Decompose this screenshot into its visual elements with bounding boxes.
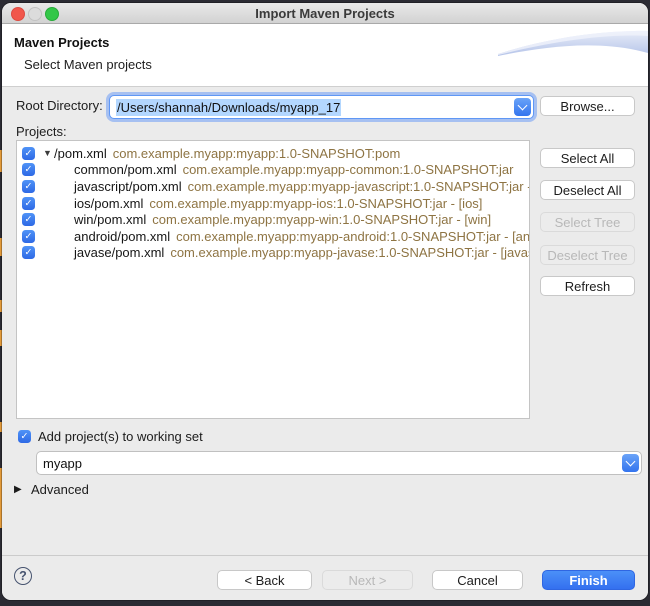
checkbox-checked[interactable]: ✓ [18,430,31,443]
checkbox-checked[interactable]: ✓ [22,146,35,160]
refresh-button[interactable]: Refresh [540,276,635,296]
project-artifact: com.example.myapp:myapp-ios:1.0-SNAPSHOT… [149,195,483,211]
deselect-all-button[interactable]: Deselect All [540,180,635,200]
table-row[interactable]: ✓ common/pom.xml com.example.myapp:myapp… [17,162,529,179]
select-tree-button: Select Tree [540,212,635,232]
wizard-banner: Maven Projects Select Maven projects [2,24,648,87]
projects-label: Projects: [16,124,67,139]
table-row[interactable]: ✓ ios/pom.xml com.example.myapp:myapp-io… [17,195,529,212]
next-button: Next > [322,570,413,590]
working-set-value: myapp [43,455,83,471]
table-row[interactable]: ✓ android/pom.xml com.example.myapp:myap… [17,228,529,245]
window-title: Import Maven Projects [255,6,395,21]
deselect-tree-button: Deselect Tree [540,245,635,265]
combo-dropdown-icon[interactable] [514,98,531,116]
project-path: ios/pom.xml [74,195,144,211]
zoom-window-button[interactable] [45,7,59,21]
tree-collapse-icon[interactable]: ▼ [43,148,54,158]
back-button[interactable]: < Back [217,570,312,590]
working-set-checkbox-row[interactable]: ✓ Add project(s) to working set [18,429,203,444]
table-row[interactable]: ✓ javascript/pom.xml com.example.myapp:m… [17,178,529,195]
table-row[interactable]: ✓ javase/pom.xml com.example.myapp:myapp… [17,245,529,262]
import-maven-projects-dialog: Import Maven Projects Maven Projects Sel… [2,3,648,600]
browse-button[interactable]: Browse... [540,96,635,116]
root-directory-combo[interactable]: /Users/shannah/Downloads/myapp_17 [109,95,534,119]
dialog-footer: ? < Back Next > Cancel Finish [2,555,648,600]
banner-swoosh-graphic [498,30,648,56]
project-path: javascript/pom.xml [74,178,182,194]
project-artifact: com.example.myapp:myapp-android:1.0-SNAP… [176,228,529,244]
project-path: win/pom.xml [74,212,147,228]
root-directory-label: Root Directory: [16,98,103,113]
working-set-label: Add project(s) to working set [38,429,203,444]
project-path: javase/pom.xml [74,245,165,261]
project-path: /pom.xml [54,145,107,161]
table-row[interactable]: ✓ win/pom.xml com.example.myapp:myapp-wi… [17,211,529,228]
project-artifact: com.example.myapp:myapp-common:1.0-SNAPS… [182,162,514,178]
window-titlebar[interactable]: Import Maven Projects [2,3,648,24]
project-artifact: com.example.myapp:myapp-javase:1.0-SNAPS… [170,245,529,261]
chevron-right-icon[interactable]: ▶ [14,484,31,495]
combo-dropdown-icon[interactable] [622,454,639,472]
checkbox-checked[interactable]: ✓ [22,196,35,210]
checkbox-checked[interactable]: ✓ [22,229,35,243]
checkbox-checked[interactable]: ✓ [22,246,35,260]
finish-button[interactable]: Finish [542,570,635,590]
working-set-combo[interactable]: myapp [36,451,642,475]
page-title: Maven Projects [14,35,110,50]
advanced-label: Advanced [31,482,89,497]
project-artifact: com.example.myapp:myapp:1.0-SNAPSHOT:pom [112,145,401,161]
minimize-window-button [28,7,42,21]
project-artifact: com.example.myapp:myapp-javascript:1.0-S… [187,178,529,194]
project-path: common/pom.xml [74,162,177,178]
advanced-expander[interactable]: ▶ Advanced [14,482,89,497]
cancel-button[interactable]: Cancel [432,570,523,590]
select-all-button[interactable]: Select All [540,148,635,168]
page-subtitle: Select Maven projects [24,57,152,72]
table-row[interactable]: ✓ ▼ /pom.xml com.example.myapp:myapp:1.0… [17,145,529,162]
help-button[interactable]: ? [14,567,32,585]
checkbox-checked[interactable]: ✓ [22,213,35,227]
projects-tree[interactable]: ✓ ▼ /pom.xml com.example.myapp:myapp:1.0… [16,140,530,419]
close-window-button[interactable] [11,7,25,21]
project-artifact: com.example.myapp:myapp-win:1.0-SNAPSHOT… [152,212,492,228]
project-path: android/pom.xml [74,228,171,244]
checkbox-checked[interactable]: ✓ [22,179,35,193]
root-directory-value: /Users/shannah/Downloads/myapp_17 [116,98,342,116]
checkbox-checked[interactable]: ✓ [22,163,35,177]
